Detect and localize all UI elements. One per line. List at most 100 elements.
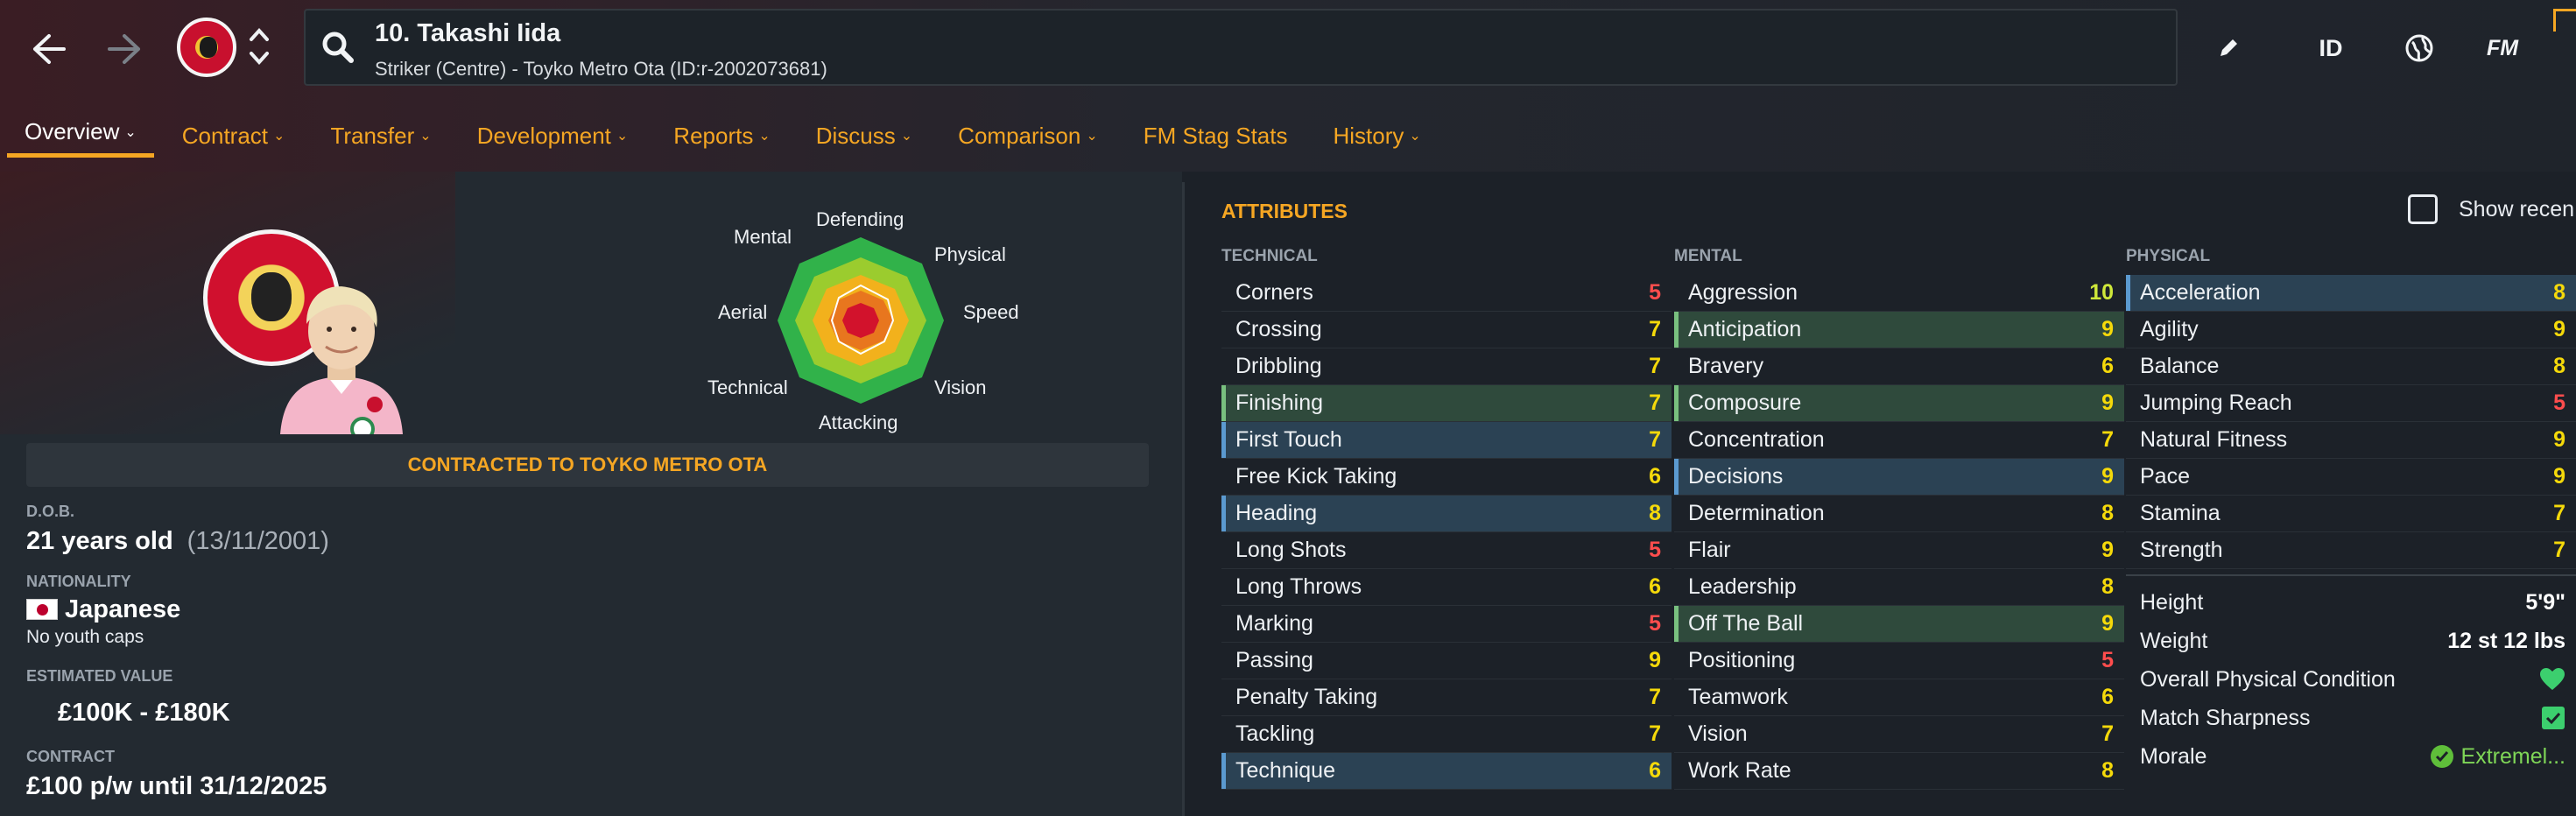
attr-row-first-touch[interactable]: First Touch 7 [1221, 422, 1672, 459]
tab-discuss[interactable]: Discuss ⌄ [816, 114, 958, 158]
forward-button[interactable] [95, 19, 154, 79]
fm-menu-button[interactable]: FM [2478, 26, 2527, 70]
attr-row-jumping-reach[interactable]: Jumping Reach 5 [2126, 385, 2576, 422]
morale-value: Extremel... [2460, 743, 2565, 769]
attr-row-anticipation[interactable]: Anticipation 9 [1674, 312, 2124, 348]
attr-row-acceleration[interactable]: Acceleration 8 [2126, 275, 2576, 312]
attr-name: Heading [1235, 501, 1318, 525]
tab-label: Transfer [330, 122, 415, 149]
attr-row-pace[interactable]: Pace 9 [2126, 459, 2576, 496]
attr-row-bravery[interactable]: Bravery 6 [1674, 348, 2124, 385]
dob-value: (13/11/2001) [187, 527, 329, 555]
edit-button[interactable] [2206, 26, 2250, 70]
attr-row-tackling[interactable]: Tackling 7 [1221, 716, 1672, 753]
attr-row-flair[interactable]: Flair 9 [1674, 532, 2124, 569]
attr-row-corners[interactable]: Corners 5 [1221, 275, 1672, 312]
attr-value: 7 [1649, 721, 1661, 746]
attr-name: Leadership [1688, 574, 1797, 599]
attr-row-long-shots[interactable]: Long Shots 5 [1221, 532, 1672, 569]
attr-row-determination[interactable]: Determination 8 [1674, 496, 2124, 532]
japan-flag-icon [26, 599, 58, 620]
attr-row-passing[interactable]: Passing 9 [1221, 643, 1672, 679]
search-icon[interactable] [320, 30, 355, 65]
attr-value: 5 [1649, 538, 1661, 562]
tab-contract[interactable]: Contract ⌄ [182, 114, 331, 158]
attr-name: Pace [2140, 464, 2190, 489]
attr-name: Crossing [1235, 317, 1322, 341]
tab-fm-stag-stats[interactable]: FM Stag Stats [1144, 114, 1334, 158]
player-subtitle: Striker (Centre) - Toyko Metro Ota (ID:r… [375, 58, 827, 80]
mental-title: MENTAL [1674, 247, 1742, 265]
attr-row-vision[interactable]: Vision 7 [1674, 716, 2124, 753]
tab-history[interactable]: History ⌄ [1333, 114, 1466, 158]
attr-name: Corners [1235, 280, 1313, 305]
attr-row-decisions[interactable]: Decisions 9 [1674, 459, 2124, 496]
chevron-down-icon: ⌄ [900, 129, 913, 144]
attr-row-strength[interactable]: Strength 7 [2126, 532, 2576, 569]
attr-row-natural-fitness[interactable]: Natural Fitness 9 [2126, 422, 2576, 459]
attr-row-off-the-ball[interactable]: Off The Ball 9 [1674, 606, 2124, 643]
attr-row-finishing[interactable]: Finishing 7 [1221, 385, 1672, 422]
attr-row-marking[interactable]: Marking 5 [1221, 606, 1672, 643]
attr-row-positioning[interactable]: Positioning 5 [1674, 643, 2124, 679]
attr-row-technique[interactable]: Technique 6 [1221, 753, 1672, 790]
morale-check-icon [2430, 745, 2453, 768]
tab-label: Overview [25, 118, 120, 144]
attr-name: Free Kick Taking [1235, 464, 1397, 489]
attr-row-dribbling[interactable]: Dribbling 7 [1221, 348, 1672, 385]
attr-row-teamwork[interactable]: Teamwork 6 [1674, 679, 2124, 716]
attr-value: 7 [1649, 317, 1661, 341]
tab-overview[interactable]: Overview ⌄ [7, 114, 154, 158]
attr-row-crossing[interactable]: Crossing 7 [1221, 312, 1672, 348]
attr-row-work-rate[interactable]: Work Rate 8 [1674, 753, 2124, 790]
weight-value: 12 st 12 lbs [2447, 628, 2565, 653]
attr-row-leadership[interactable]: Leadership 8 [1674, 569, 2124, 606]
attr-row-composure[interactable]: Composure 9 [1674, 385, 2124, 422]
chevron-up-icon[interactable] [247, 23, 271, 47]
attr-name: Flair [1688, 538, 1731, 562]
attr-row-heading[interactable]: Heading 8 [1221, 496, 1672, 532]
attr-name: Determination [1688, 501, 1825, 525]
globe-button[interactable] [2397, 26, 2441, 70]
back-button[interactable] [19, 19, 79, 79]
attr-value: 9 [2101, 317, 2114, 341]
tab-label: History [1333, 122, 1404, 149]
chevron-down-icon[interactable] [247, 46, 271, 70]
attr-row-long-throws[interactable]: Long Throws 6 [1221, 569, 1672, 606]
attr-row-stamina[interactable]: Stamina 7 [2126, 496, 2576, 532]
tab-label: FM Stag Stats [1143, 122, 1288, 149]
attr-row-aggression[interactable]: Aggression 10 [1674, 275, 2124, 312]
attr-value: 8 [2553, 280, 2565, 305]
tab-transfer[interactable]: Transfer ⌄ [330, 114, 476, 158]
attr-value: 7 [2101, 427, 2114, 452]
id-button[interactable]: ID [2308, 26, 2354, 70]
checkbox[interactable] [2408, 194, 2438, 224]
tab-comparison[interactable]: Comparison ⌄ [958, 114, 1144, 158]
attr-value: 9 [2553, 427, 2565, 452]
attr-name: Tackling [1235, 721, 1315, 746]
attr-row-concentration[interactable]: Concentration 7 [1674, 422, 2124, 459]
attr-value: 9 [2101, 538, 2114, 562]
tab-reports[interactable]: Reports ⌄ [673, 114, 815, 158]
globe-icon [2405, 34, 2433, 62]
show-recent-toggle[interactable]: Show recen [2408, 194, 2574, 224]
attr-row-agility[interactable]: Agility 9 [2126, 312, 2576, 348]
attr-name: Long Throws [1235, 574, 1362, 599]
attr-value: 8 [2101, 758, 2114, 783]
tab-bar: Overview ⌄ Contract ⌄ Transfer ⌄ Developmen… [7, 114, 1467, 158]
attr-row-penalty-taking[interactable]: Penalty Taking 7 [1221, 679, 1672, 716]
chevron-down-icon: ⌄ [1409, 129, 1421, 144]
tab-label: Discuss [815, 122, 896, 149]
tab-development[interactable]: Development ⌄ [477, 114, 674, 158]
match-sharpness-row[interactable]: Match Sharpness [2126, 699, 2576, 737]
club-crest-small[interactable] [177, 18, 236, 77]
attr-row-free-kick-taking[interactable]: Free Kick Taking 6 [1221, 459, 1672, 496]
heart-icon [2540, 668, 2565, 690]
morale-row[interactable]: Morale Extremel... [2126, 737, 2576, 776]
radar-label-attacking: Attacking [819, 412, 898, 433]
attr-name: Penalty Taking [1235, 685, 1378, 709]
radar-label-aerial: Aerial [718, 301, 768, 323]
attr-row-balance[interactable]: Balance 8 [2126, 348, 2576, 385]
morale-status: Extremel... [2430, 744, 2565, 770]
physical-condition-row[interactable]: Overall Physical Condition [2126, 660, 2576, 699]
